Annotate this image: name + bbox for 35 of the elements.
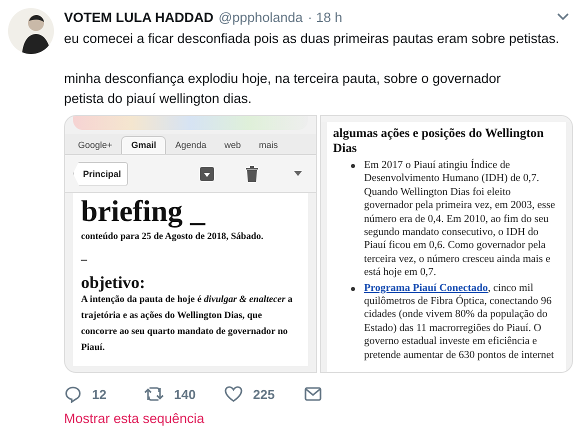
show-thread-link[interactable]: Mostrar esta sequência <box>64 411 204 426</box>
section-title: objetivo: <box>81 273 146 292</box>
tab[interactable]: Google+ <box>69 140 122 154</box>
tweet-text: minha desconfiança explodiu hoje, na terceira pauta, sobre o governador petista do piauí wellington dias. <box>64 70 502 108</box>
tab[interactable]: Agenda <box>166 140 216 154</box>
tab[interactable]: web <box>215 140 250 154</box>
envelope-icon[interactable] <box>304 386 322 402</box>
tab[interactable]: Gmail <box>121 136 166 154</box>
tab[interactable]: mais <box>250 140 287 154</box>
tweet-text: eu comecei a ficar desconfiada pois as duas primeiras pautas eram sobre petistas. <box>64 30 560 48</box>
retweet-count: 140 <box>174 386 196 402</box>
heart-icon[interactable] <box>224 385 243 403</box>
avatar-icon[interactable] <box>8 8 54 54</box>
bullet-text: Programa Piauí Conectado, cinco mil quilômetros de Fibra Óptica, conectando 96 cidades (onde vivem 80% da população do Estado) das 11 macrorregiões do Piauí. O governo estadual investe em eficiência e pretende aumentar de 630 pontos de internet <box>364 282 555 362</box>
bullet-icon <box>351 286 355 291</box>
chevron-icon[interactable] <box>557 13 569 21</box>
caret-icon[interactable] <box>294 171 302 176</box>
document-heading: algumas ações e posições do Wellington Dias <box>333 126 545 156</box>
separator-text: _ <box>81 248 88 263</box>
author-name[interactable]: VOTEM LULA HADDAD <box>64 10 214 24</box>
reply-count: 12 <box>92 386 106 402</box>
reply-icon[interactable] <box>64 385 82 403</box>
trash-icon[interactable] <box>246 166 258 182</box>
bullet-text: Em 2017 o Piauí atingiu Índice de Desenvolvimento Humano (IDH) de 0,7. Quando Wellington Dias foi eleito governador pela primeira vez, em 2003, esse número era de 0,4. Em 2010, ao fim do seu segundo mandato consecutivo, o IDH do Piauí ficou em 0,6. Como governador pela terceira vez, o número cresceu ainda mais e está hoje em 0,7. <box>364 159 556 280</box>
bullet-icon <box>351 164 355 168</box>
email-heading: briefing _ <box>81 195 206 228</box>
handle[interactable]: @pppholanda <box>218 10 303 24</box>
back-button[interactable]: Principal <box>73 162 128 186</box>
email-paragraph: A intenção da pauta de hoje é divulgar & enaltecer a trajetória e as ações do Wellington Dias, que concorre ao seu quarto mandato de governador no Piauí. <box>81 293 294 355</box>
archive-icon[interactable] <box>200 166 214 180</box>
retweet-icon[interactable] <box>144 385 164 403</box>
timestamp[interactable]: · 18 h <box>308 10 342 24</box>
link[interactable]: Programa Piauí Conectado <box>364 282 488 294</box>
email-date: conteúdo para 25 de Agosto de 2018, Sábado. <box>81 232 264 242</box>
like-count: 225 <box>253 386 275 402</box>
